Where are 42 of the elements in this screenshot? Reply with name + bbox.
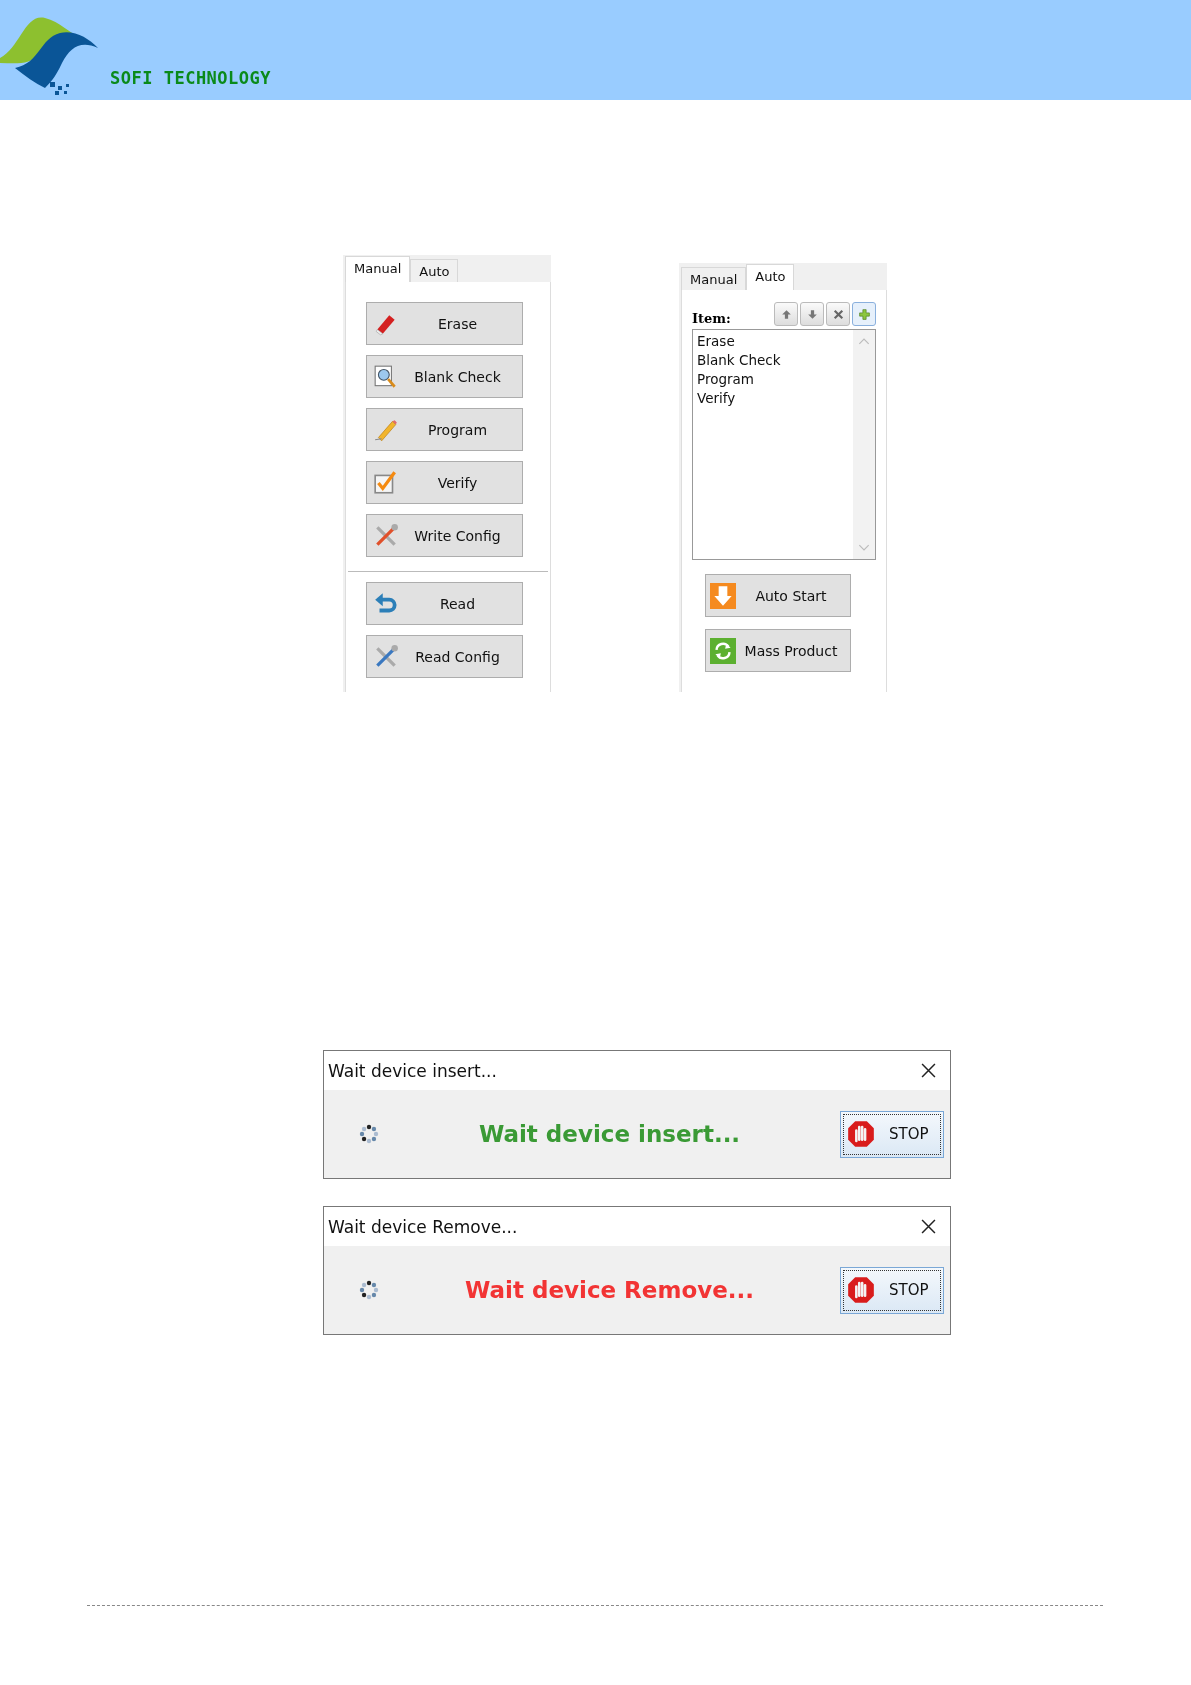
up-arrow-icon bbox=[779, 307, 793, 321]
action-button[interactable]: Read bbox=[366, 582, 523, 625]
stop-hand-icon bbox=[847, 1276, 875, 1304]
refresh-icon bbox=[710, 637, 736, 664]
action-button[interactable]: Program bbox=[366, 408, 523, 451]
action-button[interactable]: Verify bbox=[366, 461, 523, 504]
tools-icon bbox=[373, 522, 399, 549]
list-item[interactable]: Blank Check bbox=[697, 351, 849, 370]
list-item[interactable]: Program bbox=[697, 370, 849, 389]
loading-spinner-icon bbox=[359, 1280, 379, 1300]
action-button[interactable]: Write Config bbox=[366, 514, 523, 557]
tab[interactable]: Auto bbox=[746, 264, 795, 290]
stop-button[interactable]: STOP bbox=[840, 1266, 944, 1314]
window-title: Wait device insert... bbox=[328, 1060, 497, 1081]
plus-icon bbox=[857, 307, 871, 321]
action-button[interactable]: Erase bbox=[366, 302, 523, 345]
tab[interactable]: Auto bbox=[410, 259, 459, 282]
action-button[interactable]: Mass Product bbox=[705, 629, 851, 672]
delete-button[interactable] bbox=[826, 302, 850, 326]
checkbox-icon bbox=[373, 469, 399, 496]
list-item[interactable]: Erase bbox=[697, 332, 849, 351]
tab[interactable]: Manual bbox=[681, 267, 747, 290]
close-icon[interactable] bbox=[921, 1063, 936, 1078]
tab[interactable]: Manual bbox=[345, 256, 411, 282]
status-message: Wait device insert... bbox=[477, 1121, 742, 1147]
window-title: Wait device Remove... bbox=[328, 1216, 518, 1237]
move-up-button[interactable] bbox=[774, 302, 798, 326]
list-item[interactable]: Verify bbox=[697, 389, 849, 408]
status-message: Wait device Remove... bbox=[464, 1277, 755, 1303]
close-icon[interactable] bbox=[921, 1219, 936, 1234]
stop-button[interactable]: STOP bbox=[840, 1110, 944, 1158]
stop-hand-icon bbox=[847, 1120, 875, 1148]
action-button[interactable]: Blank Check bbox=[366, 355, 523, 398]
loading-spinner-icon bbox=[359, 1124, 379, 1144]
action-button[interactable]: Read Config bbox=[366, 635, 523, 678]
item-label: Item: bbox=[692, 311, 731, 326]
action-button[interactable]: Auto Start bbox=[705, 574, 851, 617]
brand-name: SOFI TECHNOLOGY bbox=[110, 68, 272, 88]
move-down-button[interactable] bbox=[800, 302, 824, 326]
tools-icon bbox=[373, 643, 399, 670]
cross-icon bbox=[831, 307, 845, 321]
add-button[interactable] bbox=[852, 302, 876, 326]
